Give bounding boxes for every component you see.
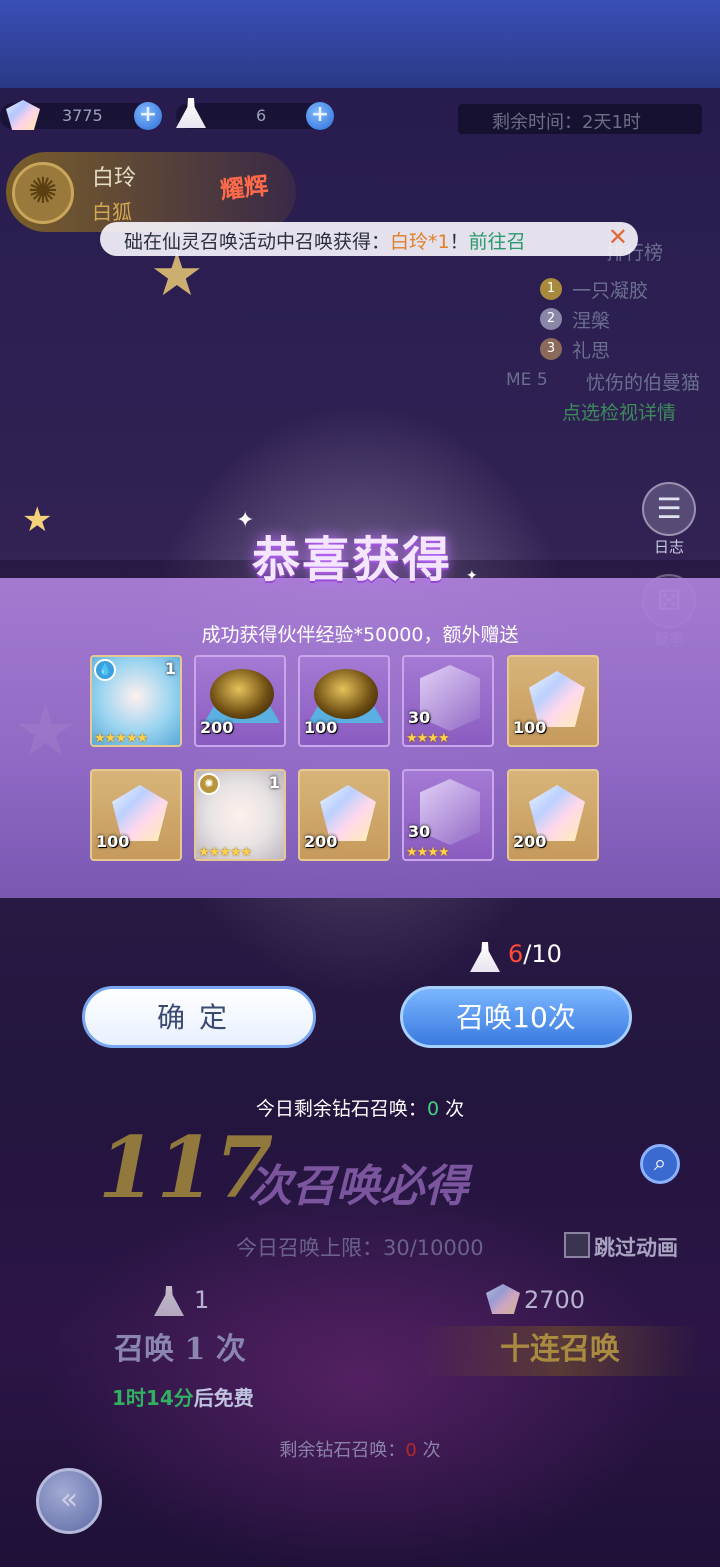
item-quantity: 100	[304, 718, 338, 737]
free-time-value: 1时14分	[112, 1386, 194, 1410]
reward-item-gem[interactable]: 100	[90, 769, 182, 861]
item-stars: ★★★★★	[198, 845, 252, 860]
golden-egg-icon	[210, 669, 274, 719]
reward-item-cube[interactable]: 30 ★★★★	[402, 655, 494, 747]
reward-item-egg[interactable]: 200	[194, 655, 286, 747]
reward-item-cube[interactable]: 30 ★★★★	[402, 769, 494, 861]
rarity-tag: 耀辉	[218, 171, 270, 205]
today-remaining-value: 0	[426, 1098, 440, 1120]
search-icon[interactable]: ⌕	[640, 1144, 680, 1184]
sun-element-icon: ✺	[198, 773, 220, 795]
back-arrow-icon[interactable]: «	[36, 1468, 102, 1534]
item-quantity: 200	[304, 832, 338, 851]
reward-item-gem[interactable]: 200	[507, 769, 599, 861]
remaining-diamond-summons: 剩余钻石召唤：0 次	[0, 1436, 720, 1462]
top-banner	[0, 0, 720, 88]
skip-animation-checkbox[interactable]	[564, 1232, 590, 1258]
ranking-entry: 礼思	[572, 340, 611, 362]
event-timer: 剩余时间：2天1时	[458, 104, 702, 134]
reward-item-egg[interactable]: 100	[298, 655, 390, 747]
reward-item-gem[interactable]: 200	[298, 769, 390, 861]
counter-current: 6	[508, 940, 524, 968]
rank-badge: 3	[540, 338, 562, 360]
notice-suffix: ！	[449, 231, 469, 253]
free-timer: 1时14分后免费	[112, 1382, 254, 1411]
item-quantity: 100	[96, 832, 130, 851]
summon-limit: 今日召唤上限：30/10000	[236, 1232, 484, 1262]
ranking-entry: 涅槃	[572, 310, 611, 332]
summon-counter: 6/10	[508, 940, 562, 968]
rank-badge: 2	[540, 308, 562, 330]
notice-text: 础在仙灵召唤活动中召唤获得：白玲*1！前往召	[124, 227, 526, 254]
item-stars: ★★★★	[406, 731, 450, 746]
free-time-label: 后免费	[193, 1386, 254, 1410]
item-count: 1	[268, 773, 280, 792]
pity-text: 次召唤必得	[248, 1161, 468, 1212]
modal-subtitle: 成功获得伙伴经验*50000，额外赠送	[201, 624, 519, 646]
notice-link[interactable]: 前往召	[469, 231, 526, 253]
star-decoration: ★	[22, 500, 53, 540]
remain-label: 剩余钻石召唤：	[279, 1440, 406, 1461]
ranking-entry: 一只凝胶	[572, 280, 649, 302]
item-stars: ★★★★	[406, 845, 450, 860]
summon-ten-button[interactable]: 十连召唤	[420, 1326, 700, 1376]
rank-badge: 1	[540, 278, 562, 300]
timer-text: 剩余时间：2天1时	[492, 112, 641, 133]
reward-item-character[interactable]: 💧 1 ★★★★★	[90, 655, 182, 747]
character-badge[interactable]: ✺ 白玲 白狐 耀辉	[6, 152, 296, 232]
item-quantity: 30	[408, 822, 431, 841]
ranking-entry: 忧伤的伯曼猫	[586, 372, 701, 394]
notice-bar: 础在仙灵召唤活动中召唤获得：白玲*1！前往召 ✕	[100, 222, 638, 256]
item-quantity: 30	[408, 708, 431, 727]
item-quantity: 200	[200, 718, 234, 737]
close-icon[interactable]: ✕	[608, 223, 628, 251]
water-element-icon: 💧	[94, 659, 116, 681]
reward-item-character[interactable]: ✺ 1 ★★★★★	[194, 769, 286, 861]
add-dress-button[interactable]: +	[306, 102, 334, 130]
dress-count: 6	[256, 106, 267, 125]
notice-highlight: 白玲*1	[390, 231, 450, 253]
counter-total: /10	[523, 940, 562, 968]
item-stars: ★★★★★	[94, 731, 148, 746]
ranking-detail-link[interactable]: 点选检视详情	[562, 398, 676, 425]
ten-cost: 2700	[524, 1286, 586, 1314]
log-label: 日志	[653, 538, 684, 556]
remain-value: 0	[405, 1440, 417, 1461]
today-remaining: 今日剩余钻石召唤：0 次	[0, 1094, 720, 1121]
remain-suffix: 次	[416, 1440, 441, 1461]
golden-egg-icon	[314, 669, 378, 719]
sun-emblem-icon: ✺	[12, 162, 74, 224]
limit-label: 今日召唤上限：	[236, 1236, 383, 1260]
log-button[interactable]: ☰ 日志	[638, 482, 700, 557]
reward-item-gem[interactable]: 100	[507, 655, 599, 747]
item-quantity: 200	[513, 832, 547, 851]
today-remaining-suffix: 次	[439, 1098, 465, 1120]
summon-single-button[interactable]: 召唤 1 次	[60, 1326, 300, 1376]
confirm-button[interactable]: 确定	[82, 986, 316, 1048]
character-subtitle: 白狐	[92, 200, 132, 224]
today-remaining-label: 今日剩余钻石召唤：	[255, 1098, 427, 1120]
summon-10-button[interactable]: 召唤10次	[400, 986, 632, 1048]
add-gems-button[interactable]: +	[134, 102, 162, 130]
limit-value: 30/10000	[383, 1236, 484, 1260]
single-cost: 1	[194, 1286, 210, 1314]
modal-title: 恭喜获得	[252, 532, 453, 588]
sparkle-icon: ✦	[466, 568, 478, 584]
item-quantity: 100	[513, 718, 547, 737]
skip-animation-label[interactable]: 跳过动画	[594, 1232, 678, 1262]
item-count: 1	[164, 659, 176, 678]
rank-badge: ME 5	[506, 370, 548, 390]
character-name: 白玲	[92, 166, 137, 191]
gem-count: 3775	[62, 106, 103, 125]
notice-prefix: 础在仙灵召唤活动中召唤获得：	[124, 231, 391, 253]
log-icon: ☰	[642, 482, 696, 536]
